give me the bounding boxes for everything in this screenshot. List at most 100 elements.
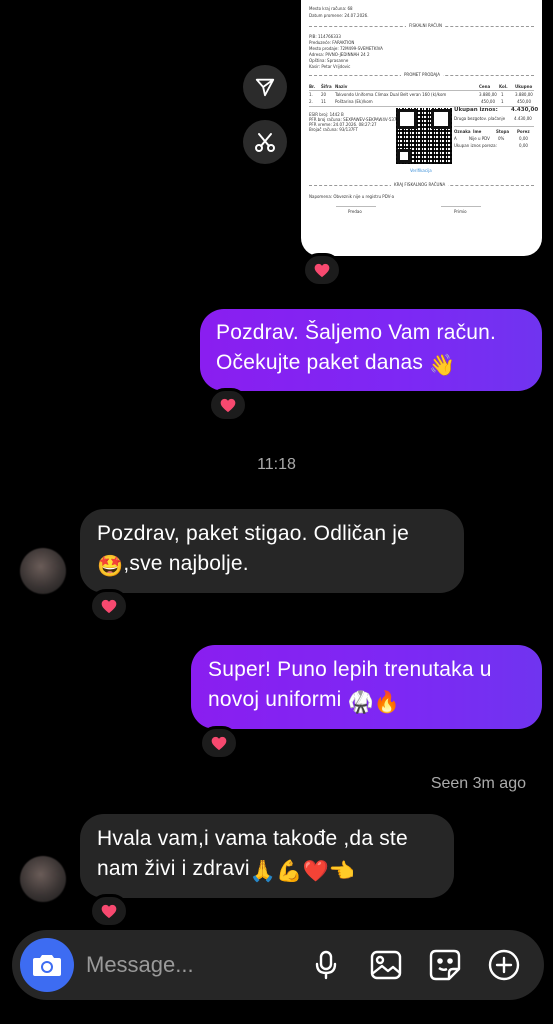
send-icon [255, 78, 275, 97]
receipt-cell: 1 [501, 99, 504, 104]
gallery-button[interactable] [368, 947, 404, 983]
received-message[interactable]: Hvala vam,i vama takođe ,da ste nam živi… [80, 814, 454, 898]
receipt-verification-link: Verifikacija [410, 168, 432, 173]
receipt-line: Datum promene: 24.07.2026. [309, 13, 369, 18]
receipt-cell: 0,00 [519, 143, 528, 148]
receipt-col: Cena [479, 84, 491, 89]
receipt-cell: 0% [498, 136, 505, 141]
message-text: Hvala vam,i vama takođe ,da ste [97, 827, 408, 850]
sent-message[interactable]: Super! Puno lepih trenutaka u novoj unif… [191, 645, 542, 729]
scissors-icon [255, 133, 275, 152]
avatar[interactable] [20, 548, 66, 594]
receipt-image[interactable]: Mesto kraj računa: 68 Datum promene: 24.… [301, 0, 542, 256]
qr-code [396, 108, 452, 164]
sticker-icon [429, 949, 461, 981]
receipt-sign-right: Primio [454, 209, 467, 214]
receipt-cell: 0,00 [519, 136, 528, 141]
receipt-cell: Poštarina (Ek)/kom [335, 99, 373, 104]
receipt-col: Oznaka [454, 129, 471, 134]
receipt-cell: 450,00 [481, 99, 495, 104]
receipt-note: Napomena: Obveznik nije u registru PDV-a [309, 194, 395, 199]
receipt-col: Br. [309, 84, 315, 89]
plus-icon [488, 949, 520, 981]
receipt-col: Stopa [496, 129, 510, 134]
heart-icon [211, 736, 227, 750]
message-line: 🤩,sve najbolje. [97, 549, 447, 582]
received-message[interactable]: Pozdrav, paket stigao. Odličan je 🤩,sve … [80, 509, 464, 593]
microphone-icon [315, 950, 337, 980]
receipt-line: Mesto prodaje: 72M499-SVEMETKIVA [309, 46, 383, 51]
message-text: Pozdrav. Šaljemo Vam račun. [216, 321, 497, 344]
message-text: Super! Puno lepih trenutaka u [208, 658, 492, 681]
reaction-badge[interactable] [208, 388, 248, 422]
reaction-badge[interactable] [89, 589, 129, 623]
message-composer [12, 930, 544, 1000]
receipt-cell: Takvondo Uniforma Climax Dual Belt veran… [335, 92, 447, 97]
message-text: Očekujte paket danas [216, 351, 424, 374]
receipt-line: Adresa: PIVNO-JEDINNAH 24 2 [309, 52, 370, 57]
heart-icon [101, 904, 117, 918]
receipt-cell: Nije u PDV [469, 136, 490, 141]
receipt-col: Ukupno [515, 84, 533, 89]
time-divider: 11:18 [257, 456, 296, 473]
receipt-col: Šifra [321, 84, 332, 89]
voice-button[interactable] [308, 947, 344, 983]
reaction-badge[interactable] [302, 253, 342, 287]
camera-button[interactable] [20, 938, 74, 992]
star-eyes-emoji: 🤩 [97, 555, 124, 578]
receipt-total-label: Ukupan iznos: [454, 107, 498, 113]
message-line: nam živi i zdravi🙏💪❤️👈 [97, 854, 437, 887]
receipt-cell: 1. [309, 92, 313, 97]
receipt-col: Kol. [499, 84, 508, 89]
receipt-end-label: KRAJ FISKALNOG RAČUNA [391, 182, 449, 187]
receipt-total-value: 4.430,00 [511, 107, 539, 113]
share-button[interactable] [243, 65, 287, 109]
sticker-button[interactable] [427, 947, 463, 983]
pray-muscle-heart-emoji: 🙏💪❤️👈 [249, 860, 356, 883]
message-line: Očekujte paket danas 👋 [216, 348, 526, 381]
reaction-badge[interactable] [89, 894, 129, 928]
receipt-line: Preduzeće: FARAKTION [309, 40, 355, 45]
receipt-line: Opština: Sprasanne [309, 58, 349, 63]
receipt-col: Ime [473, 129, 482, 134]
receipt-sales-header: PROMET PRODAJA [401, 72, 443, 77]
receipt-fiscal-header: FISKALNI RAČUN [406, 23, 445, 28]
seen-status: Seen 3m ago [430, 775, 526, 792]
image-icon [370, 950, 402, 980]
receipt-cell: 20 [321, 92, 327, 97]
heart-icon [314, 263, 330, 277]
reaction-badge[interactable] [199, 726, 239, 760]
waving-hand-emoji: 👋 [429, 354, 456, 377]
sent-message[interactable]: Pozdrav. Šaljemo Vam račun. Očekujte pak… [200, 309, 542, 391]
receipt-line: 4.430,00 [514, 116, 532, 121]
cutout-button[interactable] [243, 120, 287, 164]
receipt-cell: 2. [309, 99, 313, 104]
receipt-line: Druga bezgotov. plaćanje [454, 116, 506, 121]
heart-icon [220, 398, 236, 412]
receipt-cell: A [454, 136, 457, 141]
receipt-cell: 1 [501, 92, 504, 97]
receipt-col: Porez [517, 129, 530, 134]
camera-icon [33, 955, 61, 976]
receipt-cell: 450,00 [517, 99, 531, 104]
receipt-line: Brojač računa: 93/137FT [309, 127, 358, 132]
receipt-cell: 11 [321, 99, 327, 104]
receipt-sign-left: Predao [348, 209, 362, 214]
receipt-line: Kasir: Petar Vrijdovic [309, 64, 351, 69]
message-text: ,sve najbolje. [123, 552, 249, 575]
receipt-line: PIB: 114766333 [309, 34, 341, 39]
more-button[interactable] [486, 947, 522, 983]
message-text: novoj uniformi [208, 688, 342, 711]
martial-arts-fire-emoji: 🥋🔥 [347, 691, 401, 714]
receipt-cell: Ukupan iznos poreza: [454, 143, 497, 148]
avatar[interactable] [20, 856, 66, 902]
heart-icon [101, 599, 117, 613]
receipt-cell: 3.880,00 [479, 92, 497, 97]
receipt-line: Mesto kraj računa: 68 [309, 6, 353, 11]
message-text: nam živi i zdravi [97, 857, 250, 880]
receipt-col: Naziv [335, 84, 348, 89]
message-line: novoj uniformi 🥋🔥 [208, 685, 525, 718]
message-text: Pozdrav, paket stigao. Odličan je [97, 522, 410, 545]
receipt-cell: 3.880,00 [515, 92, 533, 97]
message-input[interactable] [86, 950, 286, 980]
